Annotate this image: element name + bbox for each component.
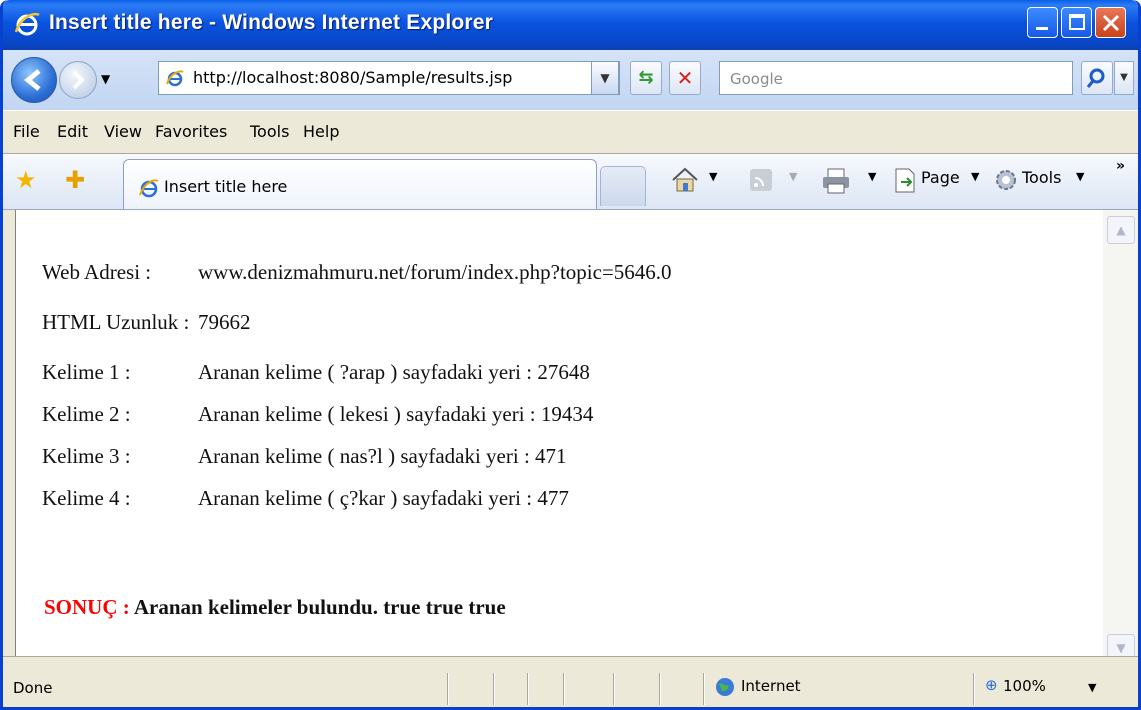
home-icon[interactable]	[669, 164, 701, 194]
magnifier-icon	[1086, 68, 1105, 88]
minimize-button[interactable]	[1027, 7, 1058, 38]
row-value: Aranan kelime ( nas?l ) sayfadaki yeri :…	[198, 443, 567, 468]
menu-help[interactable]: Help	[303, 122, 339, 141]
refresh-button[interactable]: ⇆	[630, 61, 662, 95]
menu-bar: File Edit View Favorites Tools Help	[3, 110, 1138, 154]
stop-icon: ✕	[676, 66, 694, 90]
row-label: HTML Uzunluk :	[42, 310, 190, 334]
status-divider	[973, 673, 975, 705]
result-line: SONUÇ : Aranan kelimeler bulundu. true t…	[44, 595, 506, 620]
zoom-magnifier-icon: ⊕	[985, 676, 998, 694]
row-value: Aranan kelime ( ?arap ) sayfadaki yeri :…	[198, 359, 590, 384]
command-bar: ★ ✚ Insert title here ▼ ▼ ▼ Page ▼ Tools…	[3, 154, 1138, 210]
table-row: Kelime 3 : Aranan kelime ( nas?l ) sayfa…	[40, 436, 674, 476]
row-label: Kelime 2 :	[42, 401, 131, 426]
page-menu-dropdown[interactable]: ▼	[971, 170, 979, 183]
forward-button[interactable]	[59, 61, 97, 99]
menu-view[interactable]: View	[104, 122, 142, 141]
close-button[interactable]	[1095, 7, 1126, 38]
new-tab-button[interactable]	[600, 166, 646, 206]
zoom-level[interactable]: 100%	[1003, 677, 1046, 695]
page-menu-button[interactable]: Page	[921, 168, 960, 187]
favorites-center-star-icon[interactable]: ★	[15, 168, 37, 192]
results-table: Web Adresi : www.denizmahmuru.net/forum/…	[38, 250, 676, 520]
result-text: Aranan kelimeler bulundu. true true true	[133, 595, 506, 619]
recent-pages-dropdown[interactable]: ▼	[101, 72, 110, 86]
scroll-up-button[interactable]: ▲	[1107, 216, 1135, 244]
status-divider	[527, 673, 529, 705]
refresh-icon: ⇆	[638, 67, 654, 88]
maximize-button[interactable]	[1061, 7, 1092, 38]
tools-menu-dropdown[interactable]: ▼	[1076, 170, 1084, 183]
row-label: Kelime 4 :	[42, 485, 131, 510]
feeds-dropdown[interactable]: ▼	[789, 170, 797, 183]
back-arrow-icon	[24, 69, 41, 91]
row-value: www.denizmahmuru.net/forum/index.php?top…	[198, 259, 672, 284]
tab-current[interactable]: Insert title here	[123, 159, 597, 209]
row-value: Aranan kelime ( lekesi ) sayfadaki yeri …	[198, 401, 594, 426]
page-icon	[166, 70, 184, 87]
ie-logo-icon	[14, 12, 40, 36]
table-row: Kelime 2 : Aranan kelime ( lekesi ) sayf…	[40, 394, 674, 434]
print-icon[interactable]	[821, 168, 851, 194]
search-placeholder: Google	[730, 70, 783, 88]
menu-favorites[interactable]: Favorites	[155, 122, 227, 141]
status-divider	[563, 673, 565, 705]
search-options-dropdown[interactable]: ▼	[1114, 61, 1134, 95]
row-value: 79662	[198, 309, 251, 334]
table-row: HTML Uzunluk : 79662	[40, 294, 674, 350]
maximize-icon	[1069, 14, 1085, 30]
status-divider	[447, 673, 449, 705]
table-row: Web Adresi : www.denizmahmuru.net/forum/…	[40, 252, 674, 292]
status-divider	[613, 673, 615, 705]
print-dropdown[interactable]: ▼	[868, 170, 876, 183]
menu-file[interactable]: File	[13, 122, 40, 141]
table-row: Kelime 1 : Aranan kelime ( ?arap ) sayfa…	[40, 352, 674, 392]
gear-icon	[996, 170, 1016, 190]
search-button[interactable]	[1081, 61, 1113, 95]
chevron-more-icon[interactable]: »	[1116, 158, 1125, 174]
home-dropdown[interactable]: ▼	[709, 170, 717, 183]
address-field[interactable]: http://localhost:8080/Sample/results.jsp	[158, 61, 620, 95]
feeds-icon[interactable]	[749, 168, 773, 192]
page-icon	[895, 168, 915, 193]
page-content: Web Adresi : www.denizmahmuru.net/forum/…	[15, 210, 1126, 656]
address-toolbar: ▼ http://localhost:8080/Sample/results.j…	[3, 50, 1138, 110]
back-button[interactable]	[11, 57, 57, 103]
menu-tools[interactable]: Tools	[250, 122, 289, 141]
row-label: Kelime 3 :	[42, 443, 131, 468]
tab-page-icon	[139, 179, 159, 198]
tab-label: Insert title here	[164, 177, 288, 196]
table-row: Kelime 4 : Aranan kelime ( ç?kar ) sayfa…	[40, 478, 674, 518]
add-favorites-icon[interactable]: ✚	[65, 168, 85, 192]
search-input[interactable]: Google	[719, 61, 1073, 95]
row-label: Web Adresi :	[42, 259, 152, 284]
browser-window: Insert title here - Windows Internet Exp…	[0, 0, 1141, 710]
tools-menu-button[interactable]: Tools	[1022, 168, 1061, 187]
url-text[interactable]: http://localhost:8080/Sample/results.jsp	[193, 68, 512, 87]
status-divider	[703, 673, 705, 705]
forward-arrow-icon	[72, 70, 85, 90]
title-bar[interactable]: Insert title here - Windows Internet Exp…	[3, 0, 1138, 50]
result-key: SONUÇ :	[44, 595, 130, 619]
internet-globe-icon	[716, 678, 734, 696]
close-icon	[1102, 14, 1120, 32]
status-bar: Done Internet ⊕ 100% ▼	[3, 656, 1138, 707]
menu-edit[interactable]: Edit	[57, 122, 88, 141]
stop-button[interactable]: ✕	[669, 61, 701, 95]
status-divider	[659, 673, 661, 705]
status-divider	[493, 673, 495, 705]
row-value: Aranan kelime ( ç?kar ) sayfadaki yeri :…	[198, 485, 569, 510]
row-label: Kelime 1 :	[42, 359, 131, 384]
vertical-scrollbar[interactable]: ▲ ▼	[1103, 210, 1138, 662]
zoom-dropdown[interactable]: ▼	[1088, 681, 1096, 694]
window-title: Insert title here - Windows Internet Exp…	[49, 11, 494, 34]
minimize-icon	[1036, 27, 1048, 30]
status-text: Done	[13, 679, 53, 697]
security-zone-label[interactable]: Internet	[741, 677, 801, 695]
address-dropdown-button[interactable]: ▼	[591, 61, 619, 95]
